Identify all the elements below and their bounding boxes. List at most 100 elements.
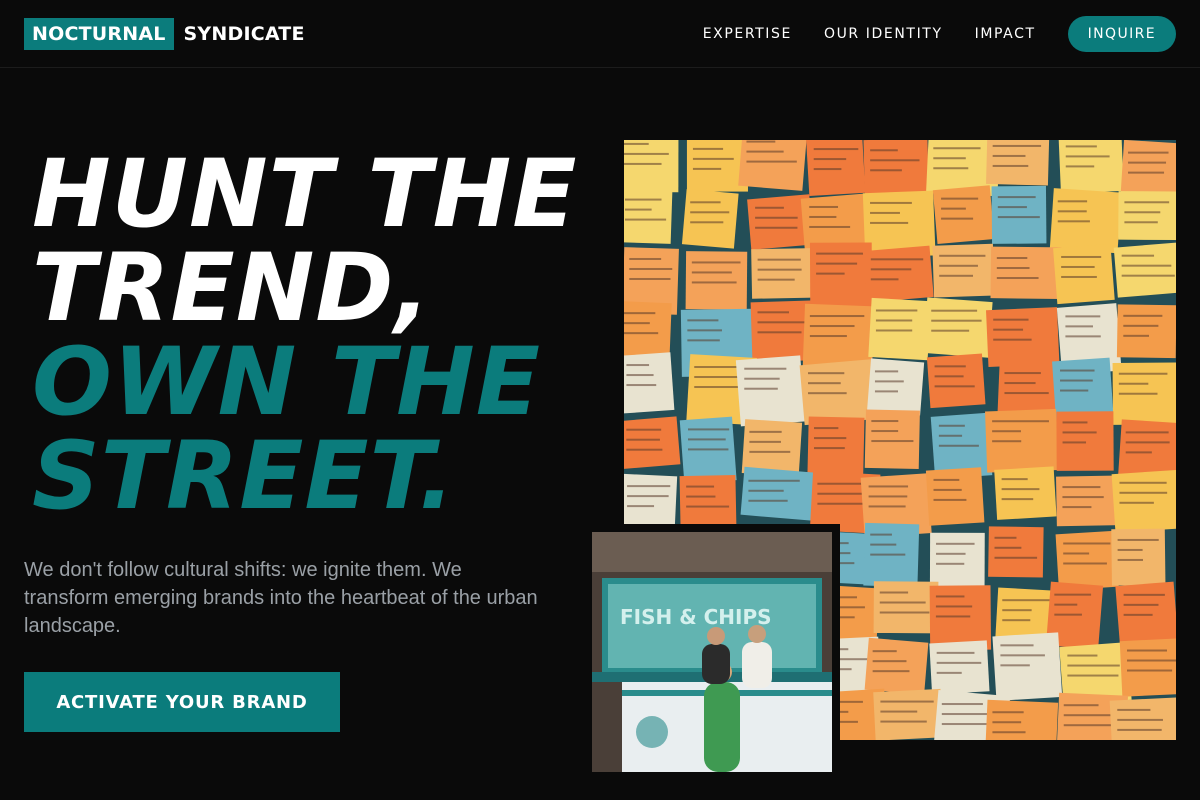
inquire-button[interactable]: INQUIRE xyxy=(1067,16,1176,52)
note-scribble xyxy=(880,710,918,713)
sticky-note xyxy=(809,242,873,309)
note-scribble xyxy=(993,338,1032,341)
note-scribble xyxy=(809,225,851,228)
sticky-note xyxy=(624,352,675,414)
note-scribble xyxy=(997,216,1040,219)
note-scribble xyxy=(1121,274,1175,277)
note-scribble xyxy=(1001,498,1034,501)
sticky-note xyxy=(990,246,1062,300)
note-scribble xyxy=(813,148,859,151)
note-scribble xyxy=(1065,315,1101,318)
hero-tagline: We don't follow cultural shifts: we igni… xyxy=(24,559,538,637)
main-nav: EXPERTISE OUR IDENTITY IMPACT INQUIRE xyxy=(671,16,1176,52)
note-scribble xyxy=(941,723,988,726)
note-scribble xyxy=(997,206,1027,209)
note-scribble xyxy=(686,505,730,508)
note-scribble xyxy=(809,325,855,328)
note-scribble xyxy=(808,382,841,385)
note-scribble xyxy=(938,434,963,437)
sticky-note xyxy=(1109,697,1176,740)
note-scribble xyxy=(1123,613,1153,616)
note-scribble xyxy=(1001,488,1040,491)
note-scribble xyxy=(870,278,899,281)
note-scribble xyxy=(629,267,673,270)
note-scribble xyxy=(1117,728,1162,731)
note-scribble xyxy=(1125,451,1152,454)
note-scribble xyxy=(749,440,781,443)
note-scribble xyxy=(1062,486,1101,489)
note-scribble xyxy=(1125,431,1169,434)
note-scribble xyxy=(1118,392,1158,395)
note-scribble xyxy=(625,218,667,221)
note-scribble xyxy=(757,278,795,281)
note-scribble xyxy=(939,254,986,257)
note-scribble xyxy=(871,430,899,433)
note-scribble xyxy=(992,711,1024,714)
note-scribble xyxy=(931,309,978,312)
note-scribble xyxy=(1062,506,1092,509)
note-scribble xyxy=(757,268,802,271)
note-scribble xyxy=(744,387,778,390)
note-scribble xyxy=(624,332,659,335)
note-scribble xyxy=(1061,255,1102,258)
note-scribble xyxy=(626,374,654,377)
sticky-note xyxy=(1116,304,1176,359)
sticky-note xyxy=(923,297,993,358)
note-scribble xyxy=(1124,211,1161,214)
note-scribble xyxy=(690,201,721,204)
note-scribble xyxy=(757,258,801,261)
sticky-note xyxy=(873,688,943,740)
sticky-note xyxy=(929,640,990,695)
note-scribble xyxy=(1062,421,1088,424)
note-scribble xyxy=(817,502,865,505)
sticky-note xyxy=(864,637,929,695)
fish-and-chips-shop-image: FISH & CHIPS xyxy=(592,532,832,772)
note-scribble xyxy=(1001,478,1028,481)
sticky-note xyxy=(932,243,995,298)
sticky-note xyxy=(991,185,1047,244)
note-scribble xyxy=(1063,552,1090,555)
note-scribble xyxy=(625,198,662,201)
note-scribble xyxy=(1123,603,1159,606)
nav-impact[interactable]: IMPACT xyxy=(975,26,1036,42)
note-scribble xyxy=(872,650,897,653)
note-scribble xyxy=(938,424,965,427)
nav-expertise[interactable]: EXPERTISE xyxy=(703,26,792,42)
sticky-note xyxy=(685,251,748,310)
note-scribble xyxy=(1118,382,1149,385)
note-scribble xyxy=(1123,324,1159,327)
note-scribble xyxy=(931,319,982,322)
nav-our-identity[interactable]: OUR IDENTITY xyxy=(824,26,943,42)
note-scribble xyxy=(1054,593,1092,596)
headline-line-4: STREET. xyxy=(32,422,456,531)
note-scribble xyxy=(933,147,981,150)
note-scribble xyxy=(692,157,734,160)
activate-brand-button[interactable]: ACTIVATE YOUR BRAND xyxy=(24,672,340,732)
note-scribble xyxy=(870,543,897,546)
note-scribble xyxy=(1119,481,1167,484)
note-scribble xyxy=(808,392,847,395)
note-scribble xyxy=(933,498,967,501)
sticky-note xyxy=(738,140,808,191)
note-scribble xyxy=(870,533,892,536)
note-scribble xyxy=(992,154,1026,157)
note-scribble xyxy=(687,329,722,332)
note-scribble xyxy=(809,335,847,338)
note-scribble xyxy=(625,208,652,211)
note-scribble xyxy=(938,444,979,447)
note-scribble xyxy=(1117,708,1151,711)
note-scribble xyxy=(996,257,1028,260)
note-scribble xyxy=(936,671,962,674)
note-scribble xyxy=(936,552,966,555)
note-scribble xyxy=(875,309,918,312)
logo[interactable]: NOCTURNAL SYNDICATE xyxy=(24,18,305,50)
note-scribble xyxy=(809,215,837,218)
note-scribble xyxy=(813,158,847,161)
note-scribble xyxy=(692,147,724,150)
note-scribble xyxy=(1118,372,1168,375)
note-scribble xyxy=(755,216,798,219)
note-scribble xyxy=(1124,221,1158,224)
sticky-note xyxy=(994,466,1057,520)
note-scribble xyxy=(996,277,1039,280)
note-scribble xyxy=(935,595,965,598)
